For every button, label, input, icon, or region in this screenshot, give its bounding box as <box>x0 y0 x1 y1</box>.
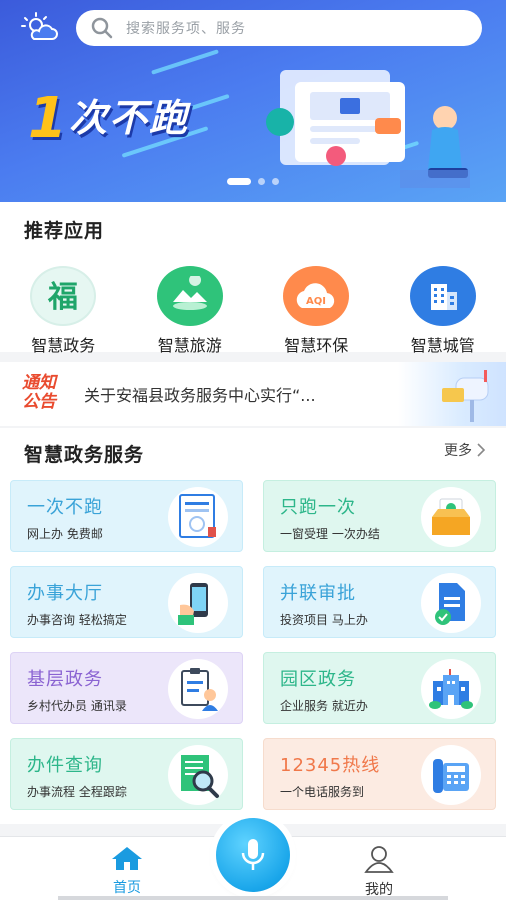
microphone-icon <box>241 839 265 870</box>
aqi-icon: AQI <box>283 266 350 326</box>
service-card-title: 12345热线 <box>280 755 381 776</box>
travel-icon <box>156 266 223 326</box>
app-label: 智慧旅游 <box>157 336 222 355</box>
service-card-subtitle: 办事咨询 轻松搞定 <box>27 613 127 627</box>
service-card-grassroots[interactable]: 基层政务 乡村代办员 通讯录 <box>10 652 243 724</box>
mailbox-illustration <box>398 362 506 426</box>
recommended-apps: 福 智慧政务 智慧旅游 AQI 智慧环保 智慧城管 <box>0 266 506 356</box>
services-title: 智慧政务服务 <box>24 444 145 466</box>
service-card-subtitle: 一窗受理 一次办结 <box>280 527 380 541</box>
app-label: 智慧环保 <box>284 336 349 355</box>
service-card-subtitle: 一个电话服务到 <box>280 785 365 799</box>
service-card-title: 办件查询 <box>27 755 103 776</box>
service-card-park[interactable]: 园区政务 企业服务 就近办 <box>263 652 496 724</box>
service-card-title: 只跑一次 <box>280 497 356 518</box>
tab-home[interactable]: 首页 <box>82 845 172 897</box>
app-smart-city[interactable]: 智慧城管 <box>380 266 506 356</box>
banner-illustration <box>266 70 470 188</box>
service-card-hotline[interactable]: 12345热线 一个电话服务到 <box>263 738 496 810</box>
service-card-subtitle: 企业服务 就近办 <box>280 699 368 713</box>
clipboard-person-icon <box>168 659 228 719</box>
phone-hand-icon <box>168 573 228 633</box>
service-card-no-visit[interactable]: 一次不跑 网上办 免费邮 <box>10 480 243 552</box>
service-card-parallel-approval[interactable]: 并联审批 投资项目 马上办 <box>263 566 496 638</box>
voice-button[interactable] <box>216 818 290 892</box>
search-bar[interactable]: 搜索服务项、服务 <box>76 10 482 46</box>
park-building-icon <box>421 659 481 719</box>
search-placeholder: 搜索服务项、服务 <box>126 21 246 37</box>
banner-carousel[interactable]: 搜索服务项、服务 1次不跑 <box>0 0 506 202</box>
service-card-title: 一次不跑 <box>27 497 103 518</box>
tab-mine[interactable]: 我的 <box>334 845 424 899</box>
service-card-service-hall[interactable]: 办事大厅 办事咨询 轻松搞定 <box>10 566 243 638</box>
carousel-dot[interactable] <box>227 178 251 185</box>
service-card-one-visit[interactable]: 只跑一次 一窗受理 一次办结 <box>263 480 496 552</box>
service-card-title: 基层政务 <box>27 669 103 690</box>
building-icon <box>409 266 476 326</box>
fu-icon: 福 <box>30 266 97 326</box>
recommended-title: 推荐应用 <box>24 220 105 242</box>
notice-text: 关于安福县政务服务中心实行“... <box>84 386 316 405</box>
weather-icon[interactable] <box>20 12 60 44</box>
carousel-dot[interactable] <box>258 178 265 185</box>
service-card-query[interactable]: 办件查询 办事流程 全程跟踪 <box>10 738 243 810</box>
app-label: 智慧政务 <box>31 336 96 355</box>
more-link[interactable]: 更多 <box>444 440 486 460</box>
service-card-subtitle: 办事流程 全程跟踪 <box>27 785 127 799</box>
notice-badge-line1: 通知 <box>22 373 56 393</box>
app-smart-environment[interactable]: AQI 智慧环保 <box>253 266 380 356</box>
banner-slogan-text: 次不跑 <box>68 96 189 140</box>
service-card-subtitle: 投资项目 马上办 <box>280 613 368 627</box>
chevron-right-icon <box>477 443 486 457</box>
magnifier-doc-icon <box>168 745 228 805</box>
carousel-dot[interactable] <box>272 178 279 185</box>
more-label: 更多 <box>444 443 472 459</box>
app-smart-travel[interactable]: 智慧旅游 <box>127 266 254 356</box>
tab-home-label: 首页 <box>113 880 141 896</box>
document-check-icon <box>421 573 481 633</box>
notice-badge-line2: 公告 <box>22 392 56 412</box>
service-card-subtitle: 乡村代办员 通讯录 <box>27 699 127 713</box>
certificate-icon <box>168 487 228 547</box>
carousel-indicator <box>0 178 506 185</box>
recommended-section: 推荐应用 福 智慧政务 智慧旅游 AQI 智慧环保 智慧城管 <box>0 202 506 355</box>
app-label: 智慧城管 <box>410 336 475 355</box>
notice-badge: 通知 公告 <box>22 374 72 414</box>
home-icon <box>112 847 142 870</box>
service-card-title: 办事大厅 <box>27 583 103 604</box>
svg-text:AQI: AQI <box>306 296 326 307</box>
banner-slogan: 1次不跑 <box>28 80 189 151</box>
notice-bar[interactable]: 通知 公告 关于安福县政务服务中心实行“... <box>0 362 506 426</box>
search-icon <box>91 17 113 39</box>
home-indicator <box>58 896 448 900</box>
telephone-icon <box>421 745 481 805</box>
svg-text:福: 福 <box>47 280 78 315</box>
service-card-subtitle: 网上办 免费邮 <box>27 527 103 541</box>
service-card-title: 园区政务 <box>280 669 356 690</box>
banner-slogan-number: 1 <box>28 86 69 151</box>
app-smart-gov[interactable]: 福 智慧政务 <box>0 266 127 356</box>
inbox-check-icon <box>421 487 481 547</box>
services-section: 智慧政务服务 更多 一次不跑 网上办 免费邮 只跑一次 一窗受理 一次办结 办事… <box>0 428 506 824</box>
service-card-title: 并联审批 <box>280 583 356 604</box>
user-icon <box>364 846 394 873</box>
